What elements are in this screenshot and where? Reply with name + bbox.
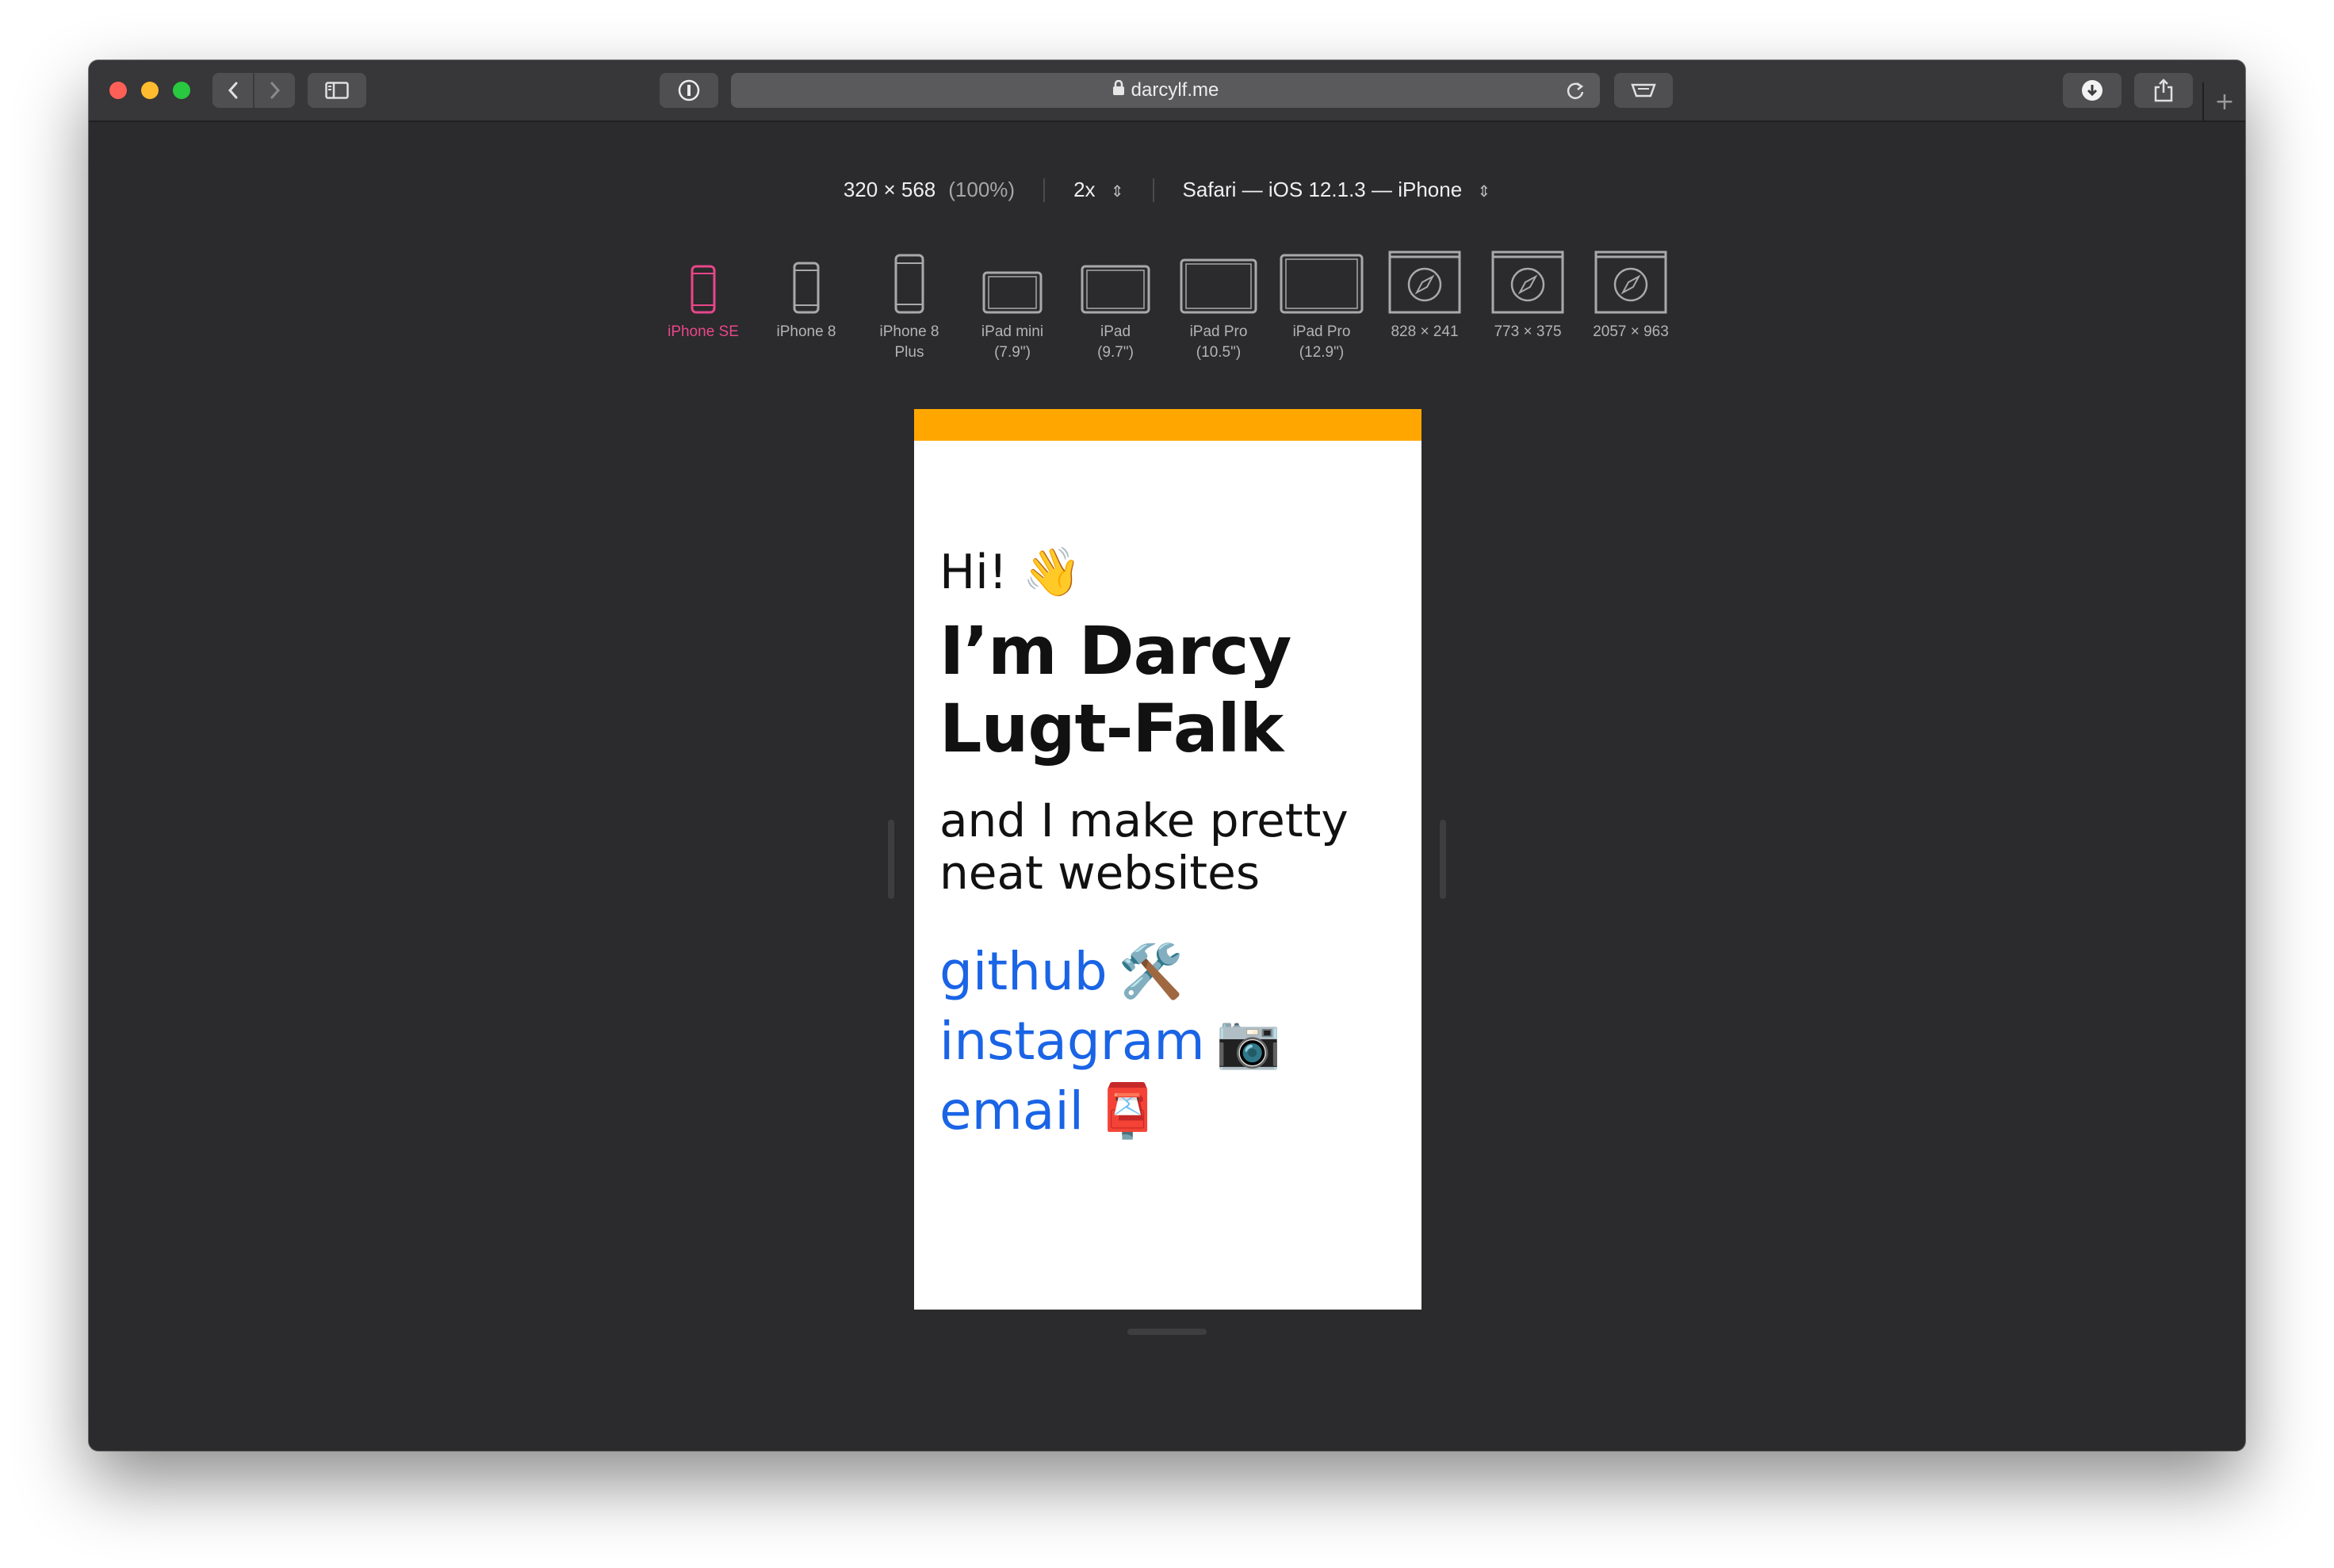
password-manager-button[interactable] [660,73,718,108]
device-label: 773 × 375 [1494,323,1562,340]
lock-icon [1112,79,1125,101]
link-text: github [939,941,1108,1002]
zoom-window-button[interactable] [173,82,190,99]
postbox-icon: 📮 [1095,1080,1161,1142]
device-window-2057x963[interactable]: 2057 × 963 [1579,243,1682,363]
device-label: iPhone SE [668,323,739,340]
device-iphone-se[interactable]: iPhone SE [652,243,755,363]
chevron-right-icon [270,82,280,99]
social-links: github 🛠️ instagram 📷 email 📮 [939,937,1399,1146]
minimize-window-button[interactable] [141,82,159,99]
pixel-ratio-value: 2x [1073,178,1096,201]
user-agent-selector[interactable]: Safari — iOS 12.1.3 — iPhone ⇕ [1183,178,1491,202]
page-content: Hi! 👋 I’m Darcy Lugt-Falk and I make pre… [939,544,1399,1146]
chevron-left-icon [228,82,237,99]
reload-icon[interactable] [1565,79,1586,107]
device-label: iPhone 8 Plus [879,323,939,361]
device-ipad-pro-12-9[interactable]: iPad Pro (12.9") [1270,243,1373,363]
device-viewport: Hi! 👋 I’m Darcy Lugt-Falk and I make pre… [914,409,1421,1310]
reader-icon [1631,83,1656,98]
device-ipad-pro-10-5[interactable]: iPad Pro (10.5") [1167,243,1270,363]
device-ipad-mini[interactable]: iPad mini (7.9") [961,243,1064,363]
device-presets: iPhone SE iPhone 8 iPhone 8 Plus iPad mi… [89,243,2245,363]
resize-handle-right[interactable] [1440,820,1446,899]
tagline-line: and I make pretty [939,794,1349,847]
download-icon [2082,80,2103,101]
share-button[interactable] [2134,73,2193,108]
link-text: email [939,1080,1085,1142]
github-link[interactable]: github 🛠️ [939,937,1399,1007]
viewport-dimensions[interactable]: 320 × 568 [844,178,936,202]
reader-button[interactable] [1614,73,1673,108]
device-iphone-8[interactable]: iPhone 8 [755,243,858,363]
pixel-ratio-selector[interactable]: 2x ⇕ [1073,178,1123,202]
device-label: iPhone 8 [776,323,836,340]
safari-window-icon [1491,250,1564,314]
camera-icon: 📷 [1215,1011,1281,1072]
close-window-button[interactable] [109,82,127,99]
greeting: Hi! 👋 [939,545,1082,600]
title-line: I’m Darcy [939,612,1291,690]
device-label: iPad Pro (10.5") [1189,323,1248,361]
title-line: Lugt-Falk [939,690,1284,767]
chevron-updown-icon: ⇕ [1477,182,1491,201]
page-title: I’m Darcy Lugt-Falk [939,612,1399,767]
safari-window-icon [1594,250,1667,314]
forward-button[interactable] [253,73,295,108]
tablet-xl-icon [1280,254,1364,314]
divider [1152,178,1154,202]
safari-window-icon [1388,250,1461,314]
device-label: iPad mini (7.9") [981,323,1044,361]
responsive-design-toolbar: 320 × 568 (100%) 2x ⇕ Safari — iOS 12.1.… [89,178,2245,202]
user-agent-value: Safari — iOS 12.1.3 — iPhone [1182,178,1463,201]
tablet-large-icon [1180,258,1257,314]
tablet-small-icon [982,271,1043,314]
link-text: instagram [939,1011,1205,1072]
device-window-773x375[interactable]: 773 × 375 [1476,243,1579,363]
1password-icon [678,79,700,101]
divider [1043,178,1046,202]
sidebar-button[interactable] [308,73,366,108]
viewport-zoom: (100%) [948,178,1016,201]
phone-large-icon [894,254,924,314]
phone-small-icon [691,265,716,314]
device-iphone-8-plus[interactable]: iPhone 8 Plus [858,243,961,363]
resize-handle-left[interactable] [888,820,894,899]
tagline-line: neat websites [939,846,1261,900]
resize-handle-bottom[interactable] [1127,1329,1207,1335]
device-label: iPad (9.7") [1097,323,1134,361]
navigation-buttons [212,73,295,108]
tagline: and I make pretty neat websites [939,794,1399,899]
tools-icon: 🛠️ [1118,941,1184,1002]
address-bar[interactable]: darcylf.me [731,73,1600,108]
chevron-updown-icon: ⇕ [1110,182,1124,201]
downloads-button[interactable] [2063,73,2122,108]
device-window-828x241[interactable]: 828 × 241 [1373,243,1476,363]
sidebar-icon [325,82,349,99]
tablet-icon [1081,265,1150,314]
new-tab-button[interactable]: + [2202,82,2245,120]
accent-bar [914,409,1421,441]
device-label: 828 × 241 [1391,323,1459,340]
share-icon [2154,78,2173,102]
url-text: darcylf.me [1131,79,1219,101]
back-button[interactable] [212,73,253,108]
browser-window: darcylf.me + 320 × 568 (100%) 2x ⇕ Safar… [89,60,2245,1451]
title-bar: darcylf.me + [89,60,2245,122]
device-label: iPad Pro (12.9") [1292,323,1351,361]
device-label: 2057 × 963 [1593,323,1669,340]
instagram-link[interactable]: instagram 📷 [939,1007,1399,1077]
phone-icon [793,262,820,314]
device-ipad[interactable]: iPad (9.7") [1064,243,1167,363]
email-link[interactable]: email 📮 [939,1077,1399,1146]
